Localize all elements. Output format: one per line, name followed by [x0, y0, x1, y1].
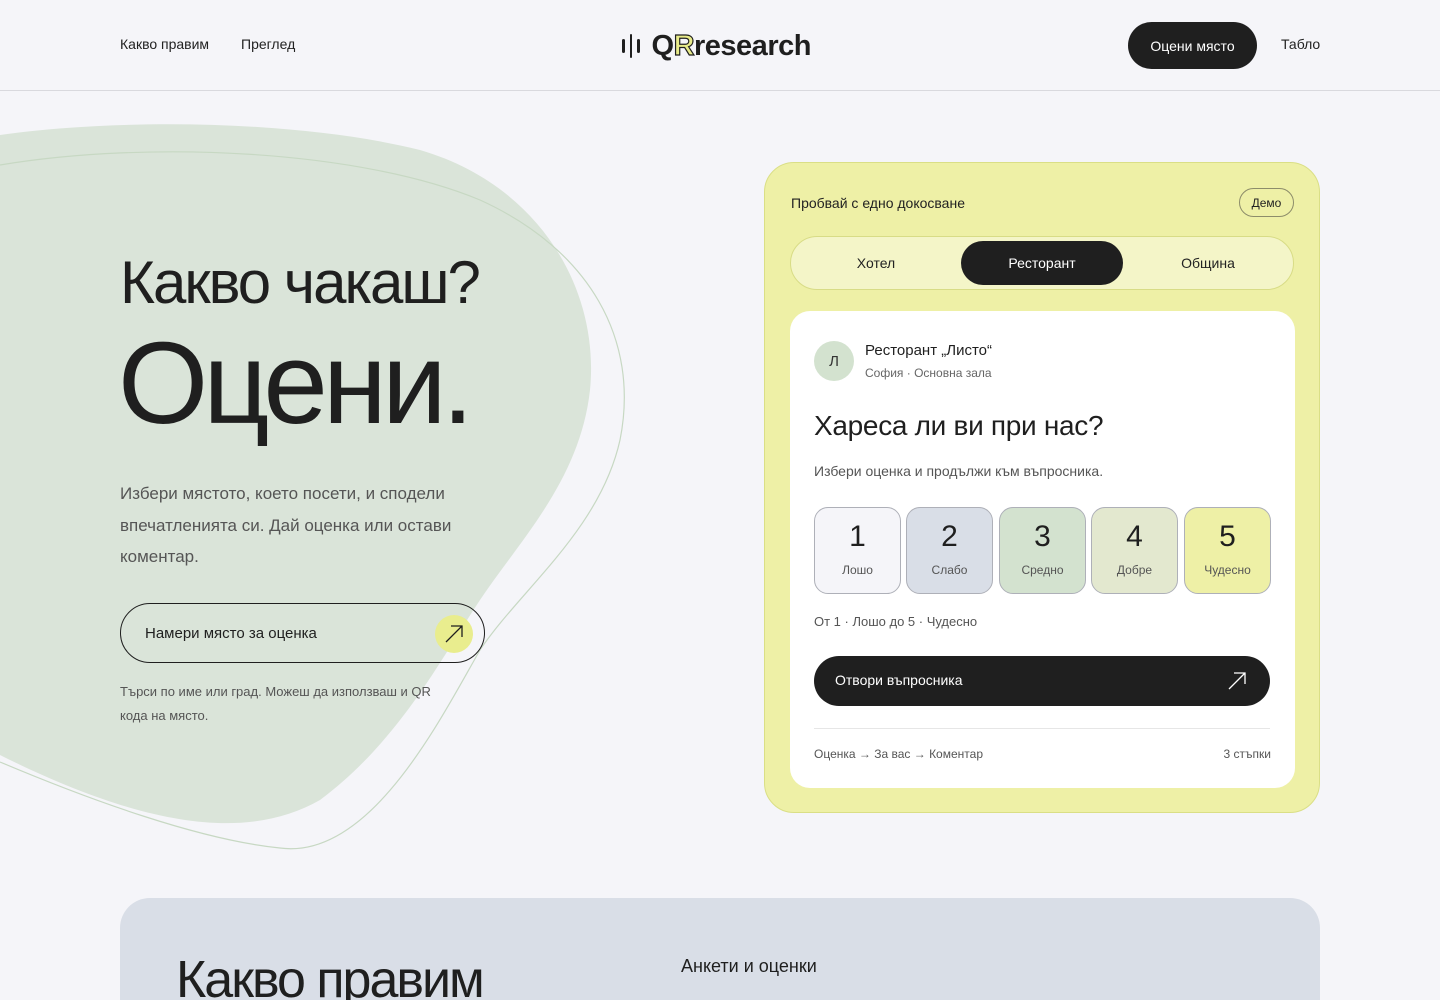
rating-option-2[interactable]: 2 Слабо — [906, 507, 993, 594]
logo-text: QRresearch — [651, 29, 812, 62]
steps-count: 3 стъпки — [1223, 747, 1271, 761]
place-location: София · Основна зала — [865, 366, 992, 380]
survey-instruction: Избери оценка и продължи към въпросника. — [814, 463, 1104, 479]
find-place-button[interactable]: Намери място за оценка — [120, 603, 485, 663]
hero-headline: Оцени. — [118, 318, 474, 448]
rating-value: 5 — [1219, 520, 1236, 553]
site-header: Какво правим Преглед QRresearch Оцени мя… — [0, 0, 1440, 91]
survey-preview: Л Ресторант „Листо“ София · Основна зала… — [790, 311, 1295, 788]
rating-value: 2 — [941, 520, 958, 553]
rate-place-button[interactable]: Оцени място — [1128, 22, 1257, 69]
arrow-up-right-icon — [435, 615, 473, 653]
rating-option-5[interactable]: 5 Чудесно — [1184, 507, 1271, 594]
rating-label: Средно — [1021, 563, 1064, 577]
logo-bars-icon — [622, 34, 640, 58]
survey-steps: Оценка → За вас → Коментар — [814, 747, 983, 761]
hero-background-blob — [0, 124, 625, 850]
nav-link-dashboard[interactable]: Табло — [1281, 36, 1320, 52]
logo[interactable]: QRresearch — [622, 28, 811, 64]
nav-link-overview[interactable]: Преглед — [241, 36, 295, 52]
section-title: Какво правим — [176, 951, 485, 1000]
tab-restaurant[interactable]: Ресторант — [961, 241, 1123, 285]
tab-municipality[interactable]: Община — [1127, 241, 1289, 285]
rating-range-text: От 1 · Лошо до 5 · Чудесно — [814, 614, 978, 629]
rating-label: Чудесно — [1204, 563, 1251, 577]
demo-title: Пробвай с едно докосване — [791, 195, 965, 211]
survey-question: Хареса ли ви при нас? — [814, 410, 1104, 441]
hero-description: Избери мястото, което посети, и сподели … — [120, 484, 452, 566]
place-name: Ресторант „Листо“ — [865, 342, 992, 359]
rating-label: Слабо — [931, 563, 968, 577]
search-hint: Търси по име или град. Можеш да използва… — [120, 684, 431, 723]
demo-card: Пробвай с едно докосване Демо Хотел Рест… — [764, 162, 1320, 813]
rating-label: Лошо — [842, 563, 873, 577]
category-tabs: Хотел Ресторант Община — [790, 236, 1294, 290]
rating-value: 1 — [849, 520, 866, 553]
avatar: Л — [814, 341, 854, 381]
tab-hotel[interactable]: Хотел — [795, 241, 957, 285]
nav-link-what-we-do[interactable]: Какво правим — [120, 36, 209, 52]
arrow-up-right-icon — [1228, 672, 1246, 690]
what-we-do-section: Какво правим Анкети и оценки — [120, 898, 1320, 1000]
rating-label: Добре — [1116, 563, 1153, 577]
demo-badge: Демо — [1239, 188, 1294, 217]
open-survey-button[interactable]: Отвори въпросника — [814, 656, 1270, 706]
rating-value: 3 — [1034, 520, 1051, 553]
rating-option-1[interactable]: 1 Лошо — [814, 507, 901, 594]
open-survey-label: Отвори въпросника — [835, 672, 963, 688]
rating-value: 4 — [1126, 520, 1143, 553]
rating-option-3[interactable]: 3 Средно — [999, 507, 1086, 594]
hero-question: Какво чакаш? — [120, 249, 481, 316]
rating-option-4[interactable]: 4 Добре — [1091, 507, 1178, 594]
section-subtitle: Анкети и оценки — [681, 956, 817, 976]
find-place-label: Намери място за оценка — [145, 625, 317, 642]
divider — [814, 728, 1270, 729]
